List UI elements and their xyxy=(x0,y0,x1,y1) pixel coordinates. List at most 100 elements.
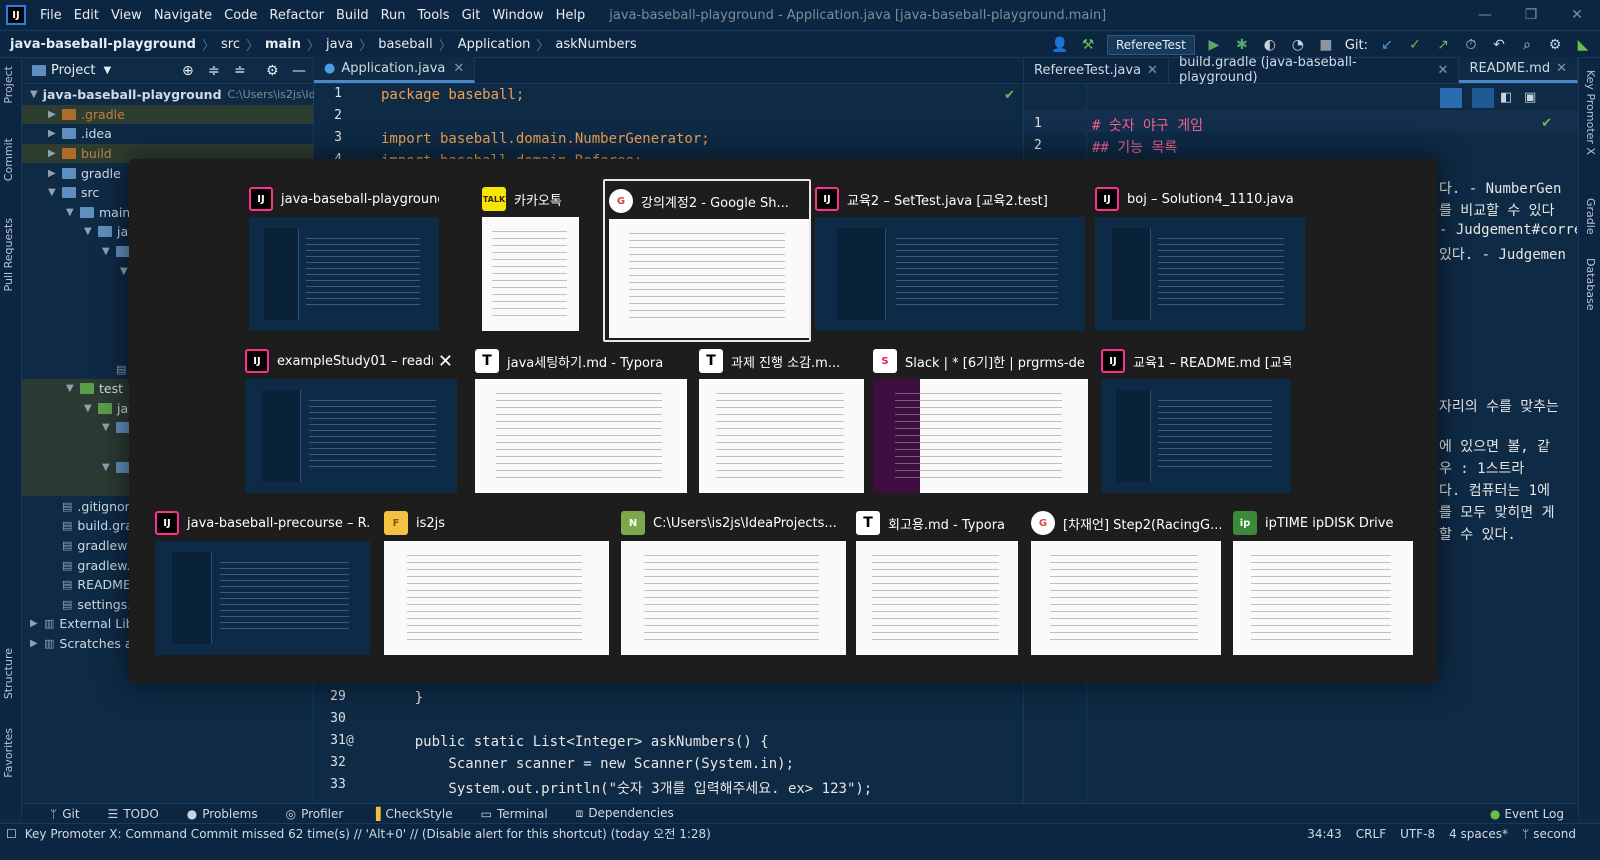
run-icon[interactable]: ▶ xyxy=(1205,36,1223,54)
tab-pull-requests[interactable]: Pull Requests xyxy=(2,218,15,291)
minimize-icon[interactable]: — xyxy=(1462,0,1508,30)
profile-icon[interactable]: ◔ xyxy=(1289,36,1307,54)
switcher-window[interactable]: T 회고용.md - Typora xyxy=(856,507,1018,657)
close-window-icon[interactable]: ✕ xyxy=(1554,0,1600,30)
menu-edit[interactable]: Edit xyxy=(68,8,105,23)
update-icon[interactable]: ◣ xyxy=(1574,36,1592,54)
tab-build-gradle[interactable]: build.gradle (java-baseball-playground) ✕ xyxy=(1169,55,1460,85)
git-push-icon[interactable]: ↗ xyxy=(1434,36,1452,54)
close-window-icon[interactable]: ✕ xyxy=(438,351,453,372)
toolwindow-git[interactable]: ᛘ Git xyxy=(36,807,80,821)
code-line[interactable]: Scanner scanner = new Scanner(System.in)… xyxy=(381,756,794,772)
menu-run[interactable]: Run xyxy=(375,8,412,23)
chevron-down-icon[interactable]: ▼ xyxy=(66,207,80,218)
switcher-window[interactable]: N C:\Users\is2js\IdeaProjects... xyxy=(621,507,846,657)
switcher-window[interactable]: IJ java-baseball-precourse – R... xyxy=(155,507,370,657)
collapse-all-icon[interactable]: ≐ xyxy=(234,63,246,79)
breadcrumb-item[interactable]: baseball xyxy=(378,37,432,52)
markdown-heading[interactable]: ## 기능 목록 xyxy=(1092,137,1177,157)
breadcrumb-item[interactable]: askNumbers xyxy=(555,37,636,52)
git-commit-icon[interactable]: ✓ xyxy=(1406,36,1424,54)
tab-database[interactable]: Database xyxy=(1584,258,1597,311)
caret-position[interactable]: 34:43 xyxy=(1307,827,1342,841)
git-update-icon[interactable]: ↙ xyxy=(1378,36,1396,54)
tree-row[interactable]: ▶ .gradle xyxy=(22,104,313,125)
line-separator[interactable]: CRLF xyxy=(1356,827,1386,841)
expand-all-icon[interactable]: ≑ xyxy=(208,63,220,79)
tab-application-java[interactable]: ● Application.java ✕ xyxy=(314,57,476,83)
chevron-down-icon[interactable]: ▼ xyxy=(84,403,98,414)
history-icon[interactable]: ⏱ xyxy=(1462,36,1480,54)
code-line[interactable]: public static List<Integer> askNumbers()… xyxy=(381,734,769,750)
close-tab-icon[interactable]: ✕ xyxy=(1438,63,1449,78)
chevron-right-icon[interactable]: ▶ xyxy=(48,148,62,159)
chevron-down-icon[interactable]: ▼ xyxy=(48,187,62,198)
editor-only-view-icon[interactable] xyxy=(1440,88,1462,108)
project-panel-title[interactable]: Project xyxy=(51,63,95,78)
code-line[interactable]: } xyxy=(381,690,423,706)
tree-row[interactable]: ▶ .idea xyxy=(22,124,313,144)
switcher-window[interactable]: IJ boj – Solution4_1110.java xyxy=(1095,183,1305,333)
stop-icon[interactable]: ■ xyxy=(1317,36,1335,54)
tab-gradle[interactable]: Gradle xyxy=(1584,198,1597,235)
file-encoding[interactable]: UTF-8 xyxy=(1400,827,1435,841)
tab-project[interactable]: Project xyxy=(2,66,15,104)
hide-icon[interactable]: — xyxy=(292,63,306,79)
menu-navigate[interactable]: Navigate xyxy=(148,8,218,23)
status-message[interactable]: Key Promoter X: Command Commit missed 62… xyxy=(25,825,711,842)
markdown-heading[interactable]: # 숫자 야구 게임 xyxy=(1092,115,1203,135)
gear-icon[interactable]: ⚙ xyxy=(266,63,279,79)
chevron-down-icon[interactable]: ▼ xyxy=(66,383,80,394)
rollback-icon[interactable]: ↶ xyxy=(1490,36,1508,54)
switcher-window[interactable]: IJ exampleStudy01 – readme... ✕ xyxy=(245,345,457,495)
chevron-right-icon[interactable]: ▶ xyxy=(48,168,62,179)
toolwindow-todo[interactable]: ☰ TODO xyxy=(94,807,159,821)
switcher-window[interactable]: IJ 교육1 – README.md [교육1] xyxy=(1101,345,1291,495)
chevron-right-icon[interactable]: ▶ xyxy=(30,618,44,629)
chevron-right-icon[interactable]: ▶ xyxy=(48,128,62,139)
search-icon[interactable]: ⌕ xyxy=(1518,36,1536,54)
toolwindow-checkstyle[interactable]: ▐ CheckStyle xyxy=(357,807,452,821)
switcher-window[interactable]: IJ java-baseball-playground – ... xyxy=(249,183,439,333)
tree-row[interactable]: ▼ java-baseball-playground C:\Users\is2js\… xyxy=(22,85,316,105)
run-configuration-select[interactable]: RefereeTest xyxy=(1106,35,1195,55)
code-line[interactable]: package baseball; xyxy=(381,87,524,103)
switcher-window[interactable]: TALK 카카오톡 xyxy=(482,183,579,333)
switcher-window[interactable]: Tjava세팅하기.md - Typora xyxy=(475,345,687,495)
menu-view[interactable]: View xyxy=(105,8,148,23)
switcher-window[interactable]: G 강의계정2 - Google Sh... xyxy=(603,179,811,342)
event-log-button[interactable]: ● Event Log xyxy=(1476,807,1564,821)
override-marker-icon[interactable]: @ xyxy=(346,733,354,748)
menu-git[interactable]: Git xyxy=(456,8,487,23)
close-tab-icon[interactable]: ✕ xyxy=(453,61,464,76)
switcher-window[interactable]: Fis2js xyxy=(384,507,609,657)
code-line[interactable]: import baseball.domain.NumberGenerator; xyxy=(381,131,710,147)
menu-tools[interactable]: Tools xyxy=(412,8,456,23)
status-square-icon[interactable]: ☐ xyxy=(6,827,17,841)
split-view-icon[interactable] xyxy=(1472,88,1494,108)
toolwindow-profiler[interactable]: ◎ Profiler xyxy=(272,807,344,821)
toolwindow-terminal[interactable]: ▭ Terminal xyxy=(467,807,548,821)
chevron-down-icon[interactable]: ▼ xyxy=(102,246,116,257)
toolwindow-problems[interactable]: ● Problems xyxy=(173,807,258,821)
menu-refactor[interactable]: Refactor xyxy=(263,8,330,23)
image-icon[interactable]: ▣ xyxy=(1524,90,1536,105)
chevron-down-icon[interactable]: ▼ xyxy=(84,226,98,237)
toolwindow-dependencies[interactable]: ⧈ Dependencies xyxy=(562,806,674,821)
breadcrumb-item[interactable]: main xyxy=(265,37,301,52)
breadcrumb-item[interactable]: src xyxy=(221,37,240,52)
menu-help[interactable]: Help xyxy=(550,8,592,23)
tab-commit[interactable]: Commit xyxy=(2,138,15,181)
chevron-down-icon[interactable]: ▼ xyxy=(102,462,116,473)
settings-gear-icon[interactable]: ⚙ xyxy=(1546,36,1564,54)
menu-window[interactable]: Window xyxy=(486,8,549,23)
tab-readme[interactable]: README.md ✕ xyxy=(1459,57,1578,83)
preview-view-icon[interactable]: ◧ xyxy=(1500,90,1512,105)
tab-key-promoter[interactable]: Key Promoter X xyxy=(1584,70,1597,155)
locate-icon[interactable]: ⊕ xyxy=(182,63,194,79)
chevron-right-icon[interactable]: ▶ xyxy=(48,109,62,120)
coverage-icon[interactable]: ◐ xyxy=(1261,36,1279,54)
chevron-right-icon[interactable]: ▶ xyxy=(30,638,44,649)
breadcrumb-item[interactable]: Application xyxy=(458,37,531,52)
code-line[interactable]: System.out.println("숫자 3개를 입력해주세요. ex> 1… xyxy=(381,778,872,798)
